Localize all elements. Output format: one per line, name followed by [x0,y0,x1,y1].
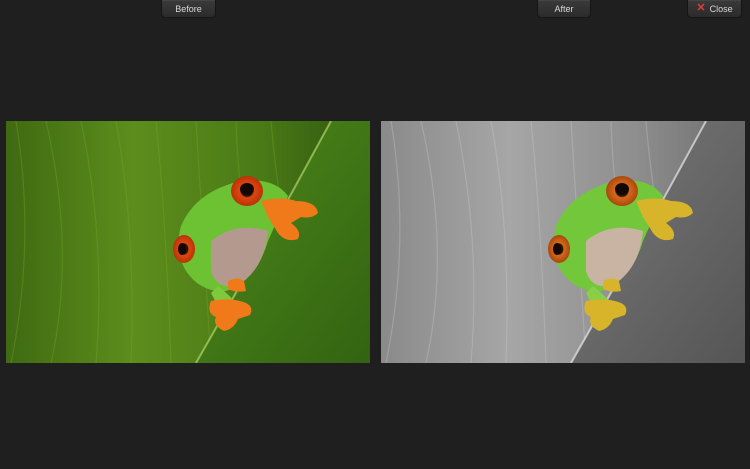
close-icon: ✕ [696,2,706,14]
before-image [6,121,370,363]
close-button-label: Close [709,3,733,14]
before-button-label: Before [175,3,202,14]
after-image [381,121,745,363]
before-button[interactable]: Before [161,0,216,18]
close-button[interactable]: ✕ Close [687,0,742,18]
after-button-label: After [554,3,574,14]
before-frog-photo [6,121,370,363]
after-frog-photo [381,121,745,363]
after-button[interactable]: After [537,0,591,18]
